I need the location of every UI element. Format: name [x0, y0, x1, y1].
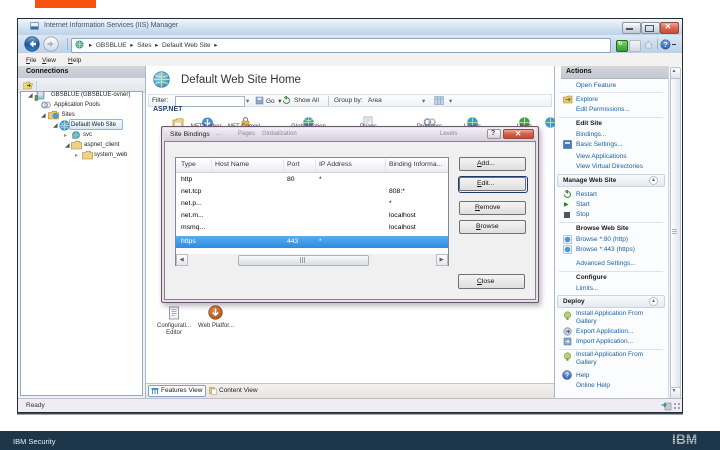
- svg-text:IBM: IBM: [672, 432, 697, 446]
- svg-text:?: ?: [663, 40, 667, 49]
- svg-text:?: ?: [565, 373, 569, 380]
